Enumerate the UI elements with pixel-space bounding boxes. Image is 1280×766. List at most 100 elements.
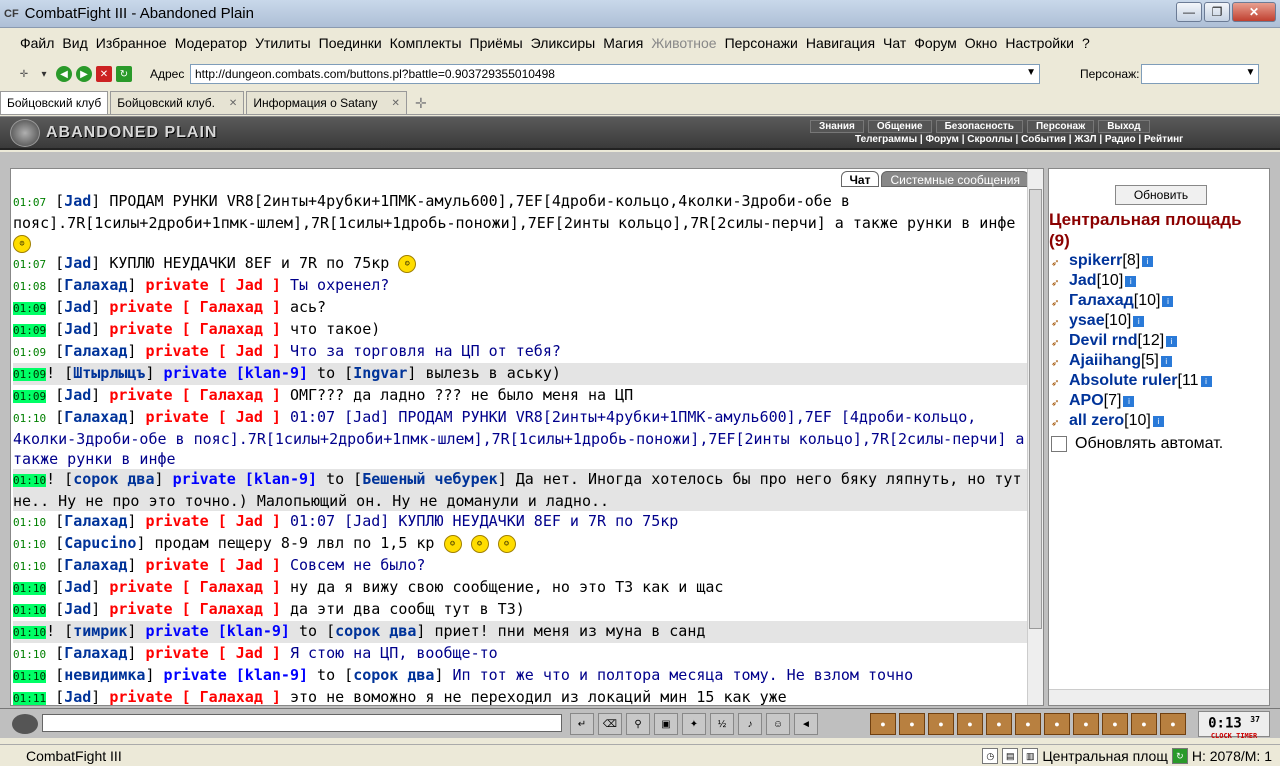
people-icon[interactable]: ● <box>1073 713 1099 735</box>
message-nick[interactable]: Галахад <box>64 644 127 662</box>
message-nick[interactable]: сорок два <box>73 470 154 488</box>
user-list-item[interactable]: ➶ Ajaiihang [5] i <box>1051 351 1212 371</box>
speaker-icon[interactable]: ◄ <box>794 713 818 735</box>
message-private-target[interactable]: private [ Jad ] <box>145 512 280 530</box>
menu-item[interactable]: Настройки <box>1001 35 1078 51</box>
tab-fight-club-2[interactable]: Бойцовский клуб. ✕ <box>110 91 245 114</box>
send-icon[interactable]: ↵ <box>570 713 594 735</box>
menu-item[interactable]: ? <box>1078 35 1094 51</box>
top-nav-item[interactable]: Безопасность <box>935 120 1023 133</box>
auto-refresh-checkbox[interactable] <box>1051 436 1067 452</box>
message-private-target[interactable]: private [ Галахад ] <box>109 600 281 618</box>
tab-system-messages[interactable]: Системные сообщения <box>881 171 1029 187</box>
menu-item[interactable]: Утилиты <box>251 35 315 51</box>
message-nick[interactable]: Галахад <box>64 342 127 360</box>
maximize-button[interactable]: ❐ <box>1204 2 1230 22</box>
message-nick[interactable]: невидимка <box>64 666 145 684</box>
bag-icon[interactable]: ● <box>899 713 925 735</box>
private-arrow-icon[interactable]: ➶ <box>1051 294 1067 309</box>
user-name[interactable]: Absolute ruler <box>1069 371 1177 391</box>
new-tab-icon[interactable]: ✛ <box>409 92 433 114</box>
user-list-item[interactable]: ➶ Devil rnd [12] i <box>1051 331 1212 351</box>
message-private-target[interactable]: private [ Галахад ] <box>109 386 281 404</box>
message-klan-target[interactable]: private [klan-9] <box>164 364 309 382</box>
eraser-icon[interactable]: ⌫ <box>598 713 622 735</box>
user-list-item[interactable]: ➶ Jad [10] i <box>1051 271 1212 291</box>
group-icon[interactable]: ● <box>1102 713 1128 735</box>
menu-item[interactable]: Приёмы <box>466 35 527 51</box>
info-icon[interactable]: i <box>1162 295 1174 307</box>
message-nick[interactable]: Jad <box>64 386 91 404</box>
message-nick[interactable]: тимрик <box>73 622 127 640</box>
menu-item[interactable]: Животное <box>647 35 720 51</box>
private-arrow-icon[interactable]: ➶ <box>1051 334 1067 349</box>
sub-nav[interactable]: Телеграммы | Форум | Скроллы | События |… <box>855 134 1183 145</box>
message-to-nick[interactable]: сорок два <box>335 622 416 640</box>
address-input[interactable]: http://dungeon.combats.com/buttons.pl?ba… <box>190 64 1040 84</box>
private-arrow-icon[interactable]: ➶ <box>1051 394 1067 409</box>
pin-icon[interactable]: ✛ <box>16 66 32 82</box>
tab-fight-club[interactable]: Бойцовский клуб <box>0 91 109 114</box>
top-nav-item[interactable]: Знания <box>810 120 864 133</box>
face-icon[interactable]: ● <box>986 713 1012 735</box>
message-nick[interactable]: Jad <box>64 688 91 705</box>
user-name[interactable]: Devil rnd <box>1069 331 1137 351</box>
message-private-target[interactable]: private [ Галахад ] <box>109 320 281 338</box>
user-name[interactable]: APO <box>1069 391 1104 411</box>
address-dropdown-icon[interactable]: ▼ <box>1026 67 1036 78</box>
refresh-button[interactable]: Обновить <box>1115 185 1207 205</box>
chat-scrollbar[interactable] <box>1027 169 1043 705</box>
message-nick[interactable]: Jad <box>64 254 91 272</box>
top-nav-item[interactable]: Выход <box>1098 120 1150 133</box>
auto-refresh[interactable]: Обновлять автомат. <box>1051 435 1223 453</box>
user-list-item[interactable]: ➶ ysae [10] i <box>1051 311 1212 331</box>
side-scrollbar[interactable] <box>1049 689 1269 705</box>
user-list-item[interactable]: ➶ APO [7] i <box>1051 391 1212 411</box>
message-nick[interactable]: Jad <box>64 320 91 338</box>
info-icon[interactable]: i <box>1200 375 1212 387</box>
message-nick[interactable]: Capucino <box>64 534 136 552</box>
message-private-target[interactable]: private [ Jad ] <box>145 556 280 574</box>
chat-input[interactable] <box>42 714 562 732</box>
menu-item[interactable]: Вид <box>58 35 91 51</box>
message-nick[interactable]: Штырлыцъ <box>73 364 145 382</box>
message-to-nick[interactable]: сорок два <box>353 666 434 684</box>
message-klan-target[interactable]: private [klan-9] <box>145 622 290 640</box>
message-klan-target[interactable]: private [klan-9] <box>164 666 309 684</box>
user-list-item[interactable]: ➶ spikerr [8] i <box>1051 251 1212 271</box>
user-name[interactable]: all zero <box>1069 411 1124 431</box>
menu-item[interactable]: Эликсиры <box>527 35 600 51</box>
message-nick[interactable]: Галахад <box>64 276 127 294</box>
tab-info-satany[interactable]: Информация о Satany ✕ <box>246 91 407 114</box>
message-nick[interactable]: Jad <box>64 600 91 618</box>
lock-icon[interactable]: ● <box>870 713 896 735</box>
persona-dropdown-icon[interactable]: ▼ <box>1246 67 1256 78</box>
message-private-target[interactable]: private [ Jad ] <box>145 408 280 426</box>
private-arrow-icon[interactable]: ➶ <box>1051 354 1067 369</box>
private-arrow-icon[interactable]: ➶ <box>1051 254 1067 269</box>
private-arrow-icon[interactable]: ➶ <box>1051 274 1067 289</box>
forward-icon[interactable]: ▶ <box>76 66 92 82</box>
user-name[interactable]: spikerr <box>1069 251 1122 271</box>
hand-icon[interactable]: ● <box>1015 713 1041 735</box>
message-nick[interactable]: Jad <box>64 192 91 210</box>
exit-icon[interactable]: ● <box>1160 713 1186 735</box>
info-icon[interactable]: i <box>1152 415 1164 427</box>
menu-item[interactable]: Персонажи <box>721 35 802 51</box>
message-private-target[interactable]: private [ Галахад ] <box>109 298 281 316</box>
filter-icon[interactable]: ⚲ <box>626 713 650 735</box>
menu-item[interactable]: Навигация <box>802 35 879 51</box>
refresh-icon[interactable]: ↻ <box>116 66 132 82</box>
info-icon[interactable]: i <box>1142 255 1154 267</box>
top-nav-item[interactable]: Персонаж <box>1026 120 1095 133</box>
private-arrow-icon[interactable]: ➶ <box>1051 374 1067 389</box>
user-name[interactable]: ysae <box>1069 311 1105 331</box>
user-list-item[interactable]: ➶ all zero [10] i <box>1051 411 1212 431</box>
tab-close-icon[interactable]: ✕ <box>391 98 399 109</box>
top-nav-item[interactable]: Общение <box>867 120 932 133</box>
menu-item[interactable]: Поединки <box>315 35 386 51</box>
fraction-icon[interactable]: ½ <box>710 713 734 735</box>
message-private-target[interactable]: private [ Jad ] <box>145 644 280 662</box>
minimize-button[interactable]: — <box>1176 2 1202 22</box>
chat-mode-icon[interactable] <box>12 714 38 734</box>
